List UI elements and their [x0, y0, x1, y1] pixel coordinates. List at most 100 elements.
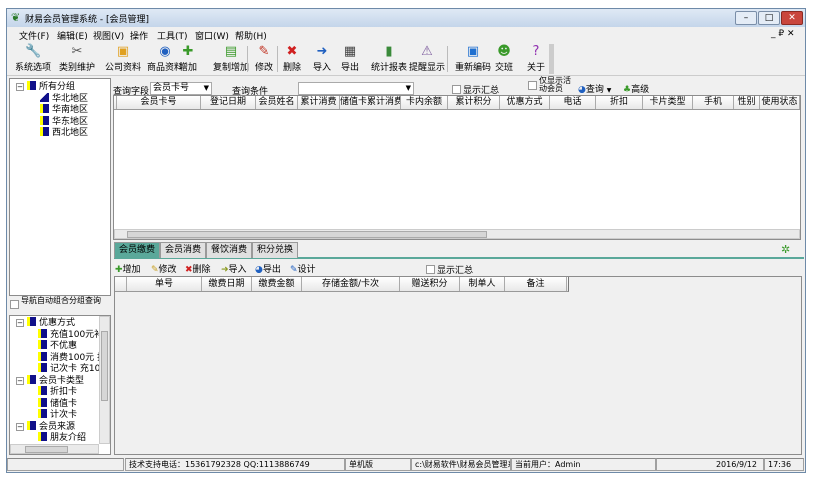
column-header[interactable]: 优惠方式 — [500, 96, 550, 109]
toolbar-button[interactable]: ☻ 交班 — [495, 44, 513, 74]
tree-node-group[interactable]: 华东地区 — [16, 115, 110, 128]
column-header[interactable]: 累计消费 — [298, 96, 340, 109]
tree-node-item[interactable]: 折扣卡 — [16, 386, 110, 398]
toolbar-button[interactable]: ? 关于 — [527, 44, 545, 74]
menu-file[interactable]: 文件(F) — [19, 29, 49, 42]
tree-node-item[interactable]: 朋友介绍 — [16, 432, 110, 444]
column-header[interactable]: 存储金额/卡次 — [302, 277, 400, 291]
column-header[interactable]: 卡内余额 — [401, 96, 448, 109]
nav-tree-hscroll[interactable] — [10, 444, 99, 454]
column-header[interactable]: 会员姓名 — [256, 96, 298, 109]
tree-node-item[interactable]: 充值100元补 — [16, 328, 110, 341]
column-header[interactable]: 制单人 — [460, 277, 505, 291]
column-header[interactable]: 缴费金额 — [252, 277, 302, 291]
detail-button[interactable]: ◕导出 — [255, 262, 281, 275]
column-header[interactable]: 性别 — [734, 96, 760, 109]
tree-node-category[interactable]: − 优惠方式 — [16, 317, 110, 329]
detail-button[interactable]: ✚增加 — [115, 262, 141, 275]
dropdown-arrow-icon[interactable]: ▼ — [607, 87, 612, 94]
member-grid-hscroll[interactable] — [114, 229, 800, 239]
tab-3[interactable]: 餐饮消费 — [206, 242, 253, 258]
tab-1[interactable]: 会员缴费 — [114, 242, 161, 258]
tree-node-item[interactable]: 消费100元 ‍折 — [16, 351, 110, 364]
mdi-controls[interactable]: _ ₽ ✕ — [771, 29, 795, 39]
menu-tools[interactable]: 工具(T) — [157, 29, 188, 42]
tree-node-group[interactable]: 华南地区 — [16, 104, 110, 116]
tree-node-root[interactable]: − 所有分组 — [16, 81, 110, 93]
toolbar-button[interactable]: ✎ 修改 — [255, 44, 273, 74]
column-header[interactable]: 备注 — [505, 277, 567, 291]
payment-grid[interactable]: 单号 缴费日期 缴费金额 存储金额/卡次 赠送积分 制单人 备注 — [114, 276, 802, 455]
minimize-button[interactable]: – — [735, 11, 757, 25]
collapse-icon[interactable]: − — [16, 422, 24, 431]
tab-2[interactable]: 会员消费 — [160, 242, 207, 258]
toolbar-button[interactable]: ◉ 商品资料 — [147, 44, 183, 74]
toolbar-label: 系统选项 — [15, 63, 52, 73]
detail-button[interactable]: ✎设计 — [290, 262, 316, 275]
column-header[interactable]: 储值卡累计消费 — [340, 96, 401, 109]
member-grid[interactable]: 会员卡号 登记日期 会员姓名 累计消费 储值卡累计消费 卡内余额 累计积分 优惠方式 电话 折扣卡… — [113, 95, 801, 240]
tree-label: 华南地区 — [52, 105, 89, 115]
checkbox[interactable] — [10, 300, 19, 309]
checkbox[interactable] — [528, 81, 537, 90]
tree-node-item[interactable]: 计次卡 — [16, 409, 110, 421]
tree-node-item[interactable]: 记次卡 充10 — [16, 363, 110, 375]
toolbar-button[interactable]: ➜ 导入 — [313, 44, 331, 74]
detail-button[interactable]: ✖删除 — [185, 262, 211, 275]
toolbar-button[interactable]: ▣ 公司资料 — [105, 44, 141, 74]
close-button[interactable]: ✕ — [781, 11, 803, 25]
detail-show-summary-checkbox[interactable]: 显示汇总 — [426, 263, 473, 276]
toolbar-button[interactable]: ⚠ 提醒显示 — [409, 44, 445, 74]
checkbox[interactable] — [452, 85, 461, 94]
column-header[interactable]: 手机 — [693, 96, 734, 109]
tree-label: 折扣卡 — [50, 387, 78, 397]
tree-node-group[interactable]: 西北地区 — [16, 127, 110, 139]
menu-help[interactable]: 帮助(H) — [235, 29, 267, 42]
detail-button[interactable]: ✎修改 — [151, 262, 177, 275]
toolbar-grip[interactable] — [549, 44, 554, 74]
toolbar-button[interactable]: 🔧 系统选项 — [15, 44, 51, 74]
column-header[interactable]: 登记日期 — [201, 96, 256, 109]
toolbar-button[interactable]: ▮ 统计报表 — [371, 44, 407, 74]
toolbar-button[interactable]: ✂ 类别维护 — [59, 44, 95, 74]
collapse-icon[interactable]: − — [16, 83, 24, 91]
toolbar-button[interactable]: ▦ 导出 — [341, 44, 359, 74]
column-header[interactable]: 累计积分 — [448, 96, 500, 109]
nav-auto-group-checkbox[interactable]: 导航自动组合分组查询 — [10, 297, 110, 315]
tree-node-item[interactable]: 不优惠 — [16, 340, 110, 352]
column-header[interactable]: 赠送积分 — [400, 277, 460, 291]
column-header[interactable] — [115, 277, 127, 291]
query-condition-input[interactable]: ▼ — [298, 82, 414, 95]
toolbar-button[interactable]: ▤ 复制增加 — [213, 44, 249, 74]
menu-operation[interactable]: 操作 — [130, 29, 148, 42]
collapse-icon[interactable]: − — [16, 376, 24, 385]
query-field-select[interactable]: 会员卡号 ▼ — [150, 82, 212, 95]
advanced-search-button[interactable]: ♣高级 — [623, 82, 649, 95]
tab-4[interactable]: 积分兑换 — [252, 242, 299, 258]
toolbar-button[interactable]: ✚ 增加 — [179, 44, 197, 74]
checkbox[interactable] — [426, 265, 435, 274]
detail-button[interactable]: ➜导入 — [221, 262, 247, 275]
tree-node-group[interactable]: 华北地区 — [16, 92, 110, 105]
column-header[interactable]: 折扣 — [596, 96, 643, 109]
menu-view[interactable]: 视图(V) — [93, 29, 124, 42]
toolbar-button[interactable]: ▣ 重新编码 — [455, 44, 491, 74]
tree-node-category[interactable]: − 会员卡类型 — [16, 374, 110, 387]
maximize-button[interactable]: □ — [758, 11, 780, 25]
tree-node-item[interactable]: 储值卡 — [16, 397, 110, 410]
toolbar-button[interactable]: ✖ 删除 — [283, 44, 301, 74]
only-active-checkbox[interactable]: 仅显示活动会员 — [528, 77, 578, 93]
column-header[interactable]: 缴费日期 — [202, 277, 252, 291]
settings-icon[interactable]: ✲ — [781, 243, 790, 256]
menu-window[interactable]: 窗口(W) — [195, 29, 229, 42]
search-button[interactable]: ◕查询 ▼ — [578, 82, 611, 95]
column-header[interactable]: 单号 — [127, 277, 202, 291]
menu-edit[interactable]: 编辑(E) — [57, 29, 88, 42]
column-header[interactable]: 会员卡号 — [117, 96, 201, 109]
nav-tree-vscroll[interactable] — [99, 316, 110, 444]
collapse-icon[interactable]: − — [16, 319, 24, 327]
column-header[interactable]: 使用状态 — [760, 96, 800, 109]
column-header[interactable]: 卡片类型 — [643, 96, 693, 109]
tree-node-category[interactable]: − 会员来源 — [16, 420, 110, 433]
column-header[interactable]: 电话 — [550, 96, 596, 109]
